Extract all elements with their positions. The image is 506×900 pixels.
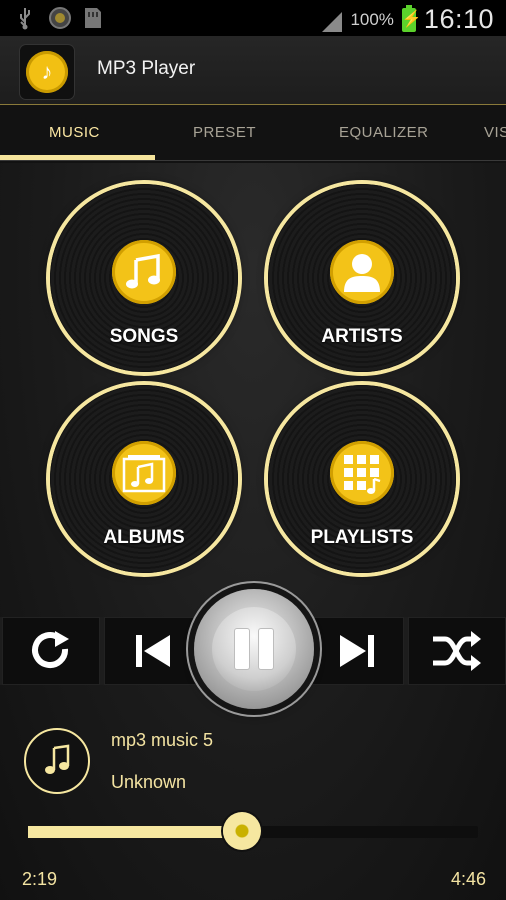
music-notes-icon xyxy=(112,240,176,304)
tab-music[interactable]: MUSIC xyxy=(49,124,100,141)
songs-button[interactable]: SONGS xyxy=(50,184,238,372)
app-logo[interactable]: ♪ xyxy=(20,45,74,99)
playlist-grid-icon xyxy=(330,441,394,505)
artists-button[interactable]: ARTISTS xyxy=(268,184,456,372)
previous-icon xyxy=(136,635,170,667)
repeat-button[interactable] xyxy=(2,617,100,685)
albums-button[interactable]: ALBUMS xyxy=(50,385,238,573)
album-icon xyxy=(112,441,176,505)
tab-visualizer[interactable]: VIS xyxy=(484,124,506,141)
repeat-icon xyxy=(32,631,69,669)
signal-icon xyxy=(320,10,343,32)
sd-card-icon xyxy=(82,6,104,28)
playlists-label: PLAYLISTS xyxy=(310,527,414,548)
seek-thumb[interactable] xyxy=(222,812,261,850)
songs-label: SONGS xyxy=(109,326,179,347)
albums-label: ALBUMS xyxy=(103,527,185,548)
previous-button[interactable] xyxy=(104,617,200,685)
battery-charging-icon: ⚡ xyxy=(401,4,422,32)
artists-label: ARTISTS xyxy=(321,326,403,347)
next-icon xyxy=(340,635,374,667)
pause-icon xyxy=(212,607,296,691)
pause-button[interactable] xyxy=(194,589,314,709)
playlists-button[interactable]: PLAYLISTS xyxy=(268,385,456,573)
status-bar: 100% ⚡ 16:10 xyxy=(0,0,506,36)
total-time: 4:46 xyxy=(450,869,486,889)
seek-bar[interactable] xyxy=(28,812,478,850)
usb-icon xyxy=(14,6,36,30)
music-note-icon: ♪ xyxy=(26,51,68,93)
clock: 16:10 xyxy=(423,4,494,34)
battery-percent: 100% xyxy=(350,9,394,29)
music-note-icon xyxy=(45,744,70,774)
elapsed-time: 2:19 xyxy=(22,869,58,889)
app-header: ♪ MP3 Player xyxy=(0,36,506,105)
track-title: mp3 music 5 xyxy=(111,730,214,750)
person-icon xyxy=(330,240,394,304)
shuffle-button[interactable] xyxy=(408,617,506,685)
app-notification-icon xyxy=(48,6,71,29)
tab-preset[interactable]: PRESET xyxy=(193,124,256,141)
shuffle-icon xyxy=(433,631,481,671)
next-button[interactable] xyxy=(312,617,404,685)
seek-bar-fill xyxy=(28,826,242,838)
tab-divider xyxy=(0,160,506,161)
now-playing-art[interactable] xyxy=(24,728,90,794)
tab-equalizer[interactable]: EQUALIZER xyxy=(339,124,429,141)
app-title: MP3 Player xyxy=(97,58,196,79)
track-artist: Unknown xyxy=(111,772,187,792)
